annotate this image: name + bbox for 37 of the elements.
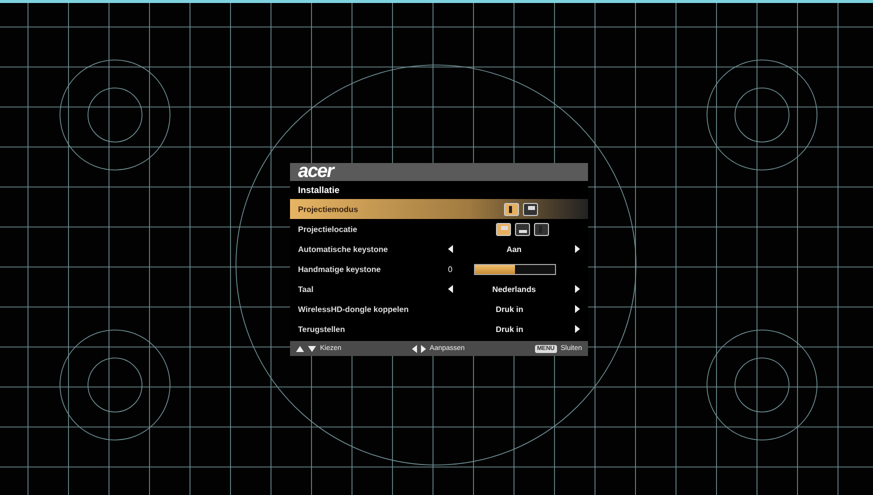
menu-row[interactable]: WirelessHD-dongle koppelen Druk in [290,299,588,319]
row-label: WirelessHD-dongle koppelen [298,304,410,314]
logo: acer [298,163,334,181]
row-label: Handmatige keystone [298,264,382,274]
row-value: Druk in [494,304,524,314]
down-arrow-icon [308,346,316,352]
menu-row[interactable]: Taal Nederlands [290,279,588,299]
left-arrow-icon [412,344,417,352]
row-label: Taal [298,284,314,294]
slider-track[interactable] [474,264,556,274]
row-label: Terugstellen [298,324,346,334]
row-label: Projectiemodus [298,204,360,214]
row-label: Projectielocatie [298,224,358,234]
option-icon[interactable] [523,202,538,216]
menu-row[interactable]: Terugstellen Druk in [290,319,588,339]
row-value: Aan [505,244,523,254]
row-label: Automatische keystone [298,244,389,254]
option-icon[interactable] [534,222,549,236]
menu-title: Installatie [297,184,341,197]
row-value: Nederlands [491,284,537,294]
menu-row[interactable]: Projectiemodus [290,199,588,219]
right-arrow-icon [575,285,580,293]
option-icon[interactable] [515,222,530,236]
right-arrow-icon [575,305,580,313]
option-icon[interactable] [496,222,511,236]
right-arrow-icon [575,325,580,333]
right-arrow-icon [420,344,426,352]
right-arrow-icon [575,245,580,253]
menu-row[interactable]: Handmatige keystone 0 [290,259,588,279]
row-value: Druk in [494,324,524,334]
up-arrow-icon [296,346,304,352]
option-icon[interactable] [504,202,519,216]
left-arrow-icon [448,285,453,293]
left-arrow-icon [448,245,453,253]
menu-row[interactable]: Automatische keystone Aan [290,239,588,259]
row-value: 0 [448,264,454,274]
menu-row[interactable]: Projectielocatie [290,219,588,239]
